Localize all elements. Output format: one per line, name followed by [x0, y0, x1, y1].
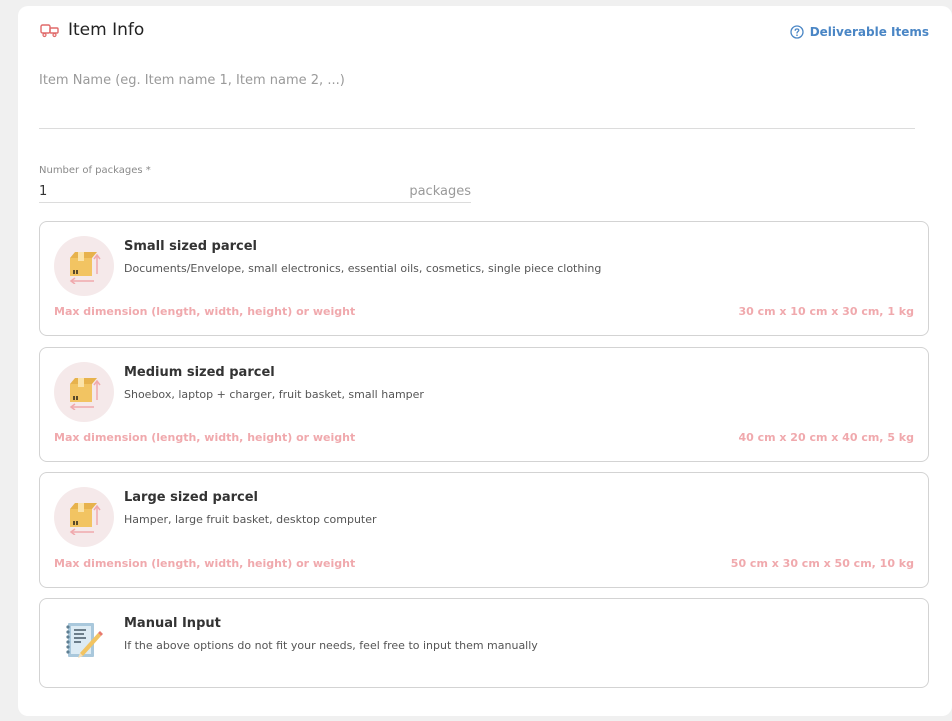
option-title: Medium sized parcel: [124, 365, 275, 380]
item-name-input[interactable]: [39, 68, 915, 129]
option-medium-parcel[interactable]: Medium sized parcel Shoebox, laptop + ch…: [39, 347, 929, 462]
dimension-value: 50 cm x 30 cm x 50 cm, 10 kg: [730, 557, 914, 570]
dimension-value: 40 cm x 20 cm x 40 cm, 5 kg: [738, 431, 914, 444]
deliverable-items-link[interactable]: Deliverable Items: [790, 25, 929, 39]
option-description: Documents/Envelope, small electronics, e…: [124, 262, 602, 275]
packages-label: Number of packages *: [39, 165, 151, 176]
option-description: Hamper, large fruit basket, desktop comp…: [124, 513, 377, 526]
dimension-label: Max dimension (length, width, height) or…: [54, 305, 356, 318]
dimension-value: 30 cm x 10 cm x 30 cm, 1 kg: [738, 305, 914, 318]
notepad-pencil-icon: [66, 623, 103, 658]
option-description: If the above options do not fit your nee…: [124, 639, 538, 652]
dimension-label: Max dimension (length, width, height) or…: [54, 557, 356, 570]
page-title: Item Info: [68, 20, 145, 40]
option-small-parcel[interactable]: Small sized parcel Documents/Envelope, s…: [39, 221, 929, 336]
box-icon: [54, 236, 114, 296]
box-icon: [54, 362, 114, 422]
item-info-card: Item Info Deliverable Items Number of pa…: [18, 6, 952, 716]
option-description: Shoebox, laptop + charger, fruit basket,…: [124, 388, 424, 401]
section-header: Item Info: [40, 20, 144, 40]
packages-unit: packages: [409, 184, 471, 199]
packages-input[interactable]: [39, 184, 410, 199]
option-large-parcel[interactable]: Large sized parcel Hamper, large fruit b…: [39, 472, 929, 588]
dimension-label: Max dimension (length, width, height) or…: [54, 431, 356, 444]
question-circle-icon: [790, 25, 804, 39]
deliverable-items-label: Deliverable Items: [809, 25, 929, 39]
parcel-tag-icon: [40, 22, 60, 38]
option-title: Manual Input: [124, 616, 221, 631]
option-title: Large sized parcel: [124, 490, 258, 505]
option-title: Small sized parcel: [124, 239, 257, 254]
option-manual-input[interactable]: Manual Input If the above options do not…: [39, 598, 929, 688]
packages-field: packages: [39, 181, 471, 203]
box-icon: [54, 487, 114, 547]
